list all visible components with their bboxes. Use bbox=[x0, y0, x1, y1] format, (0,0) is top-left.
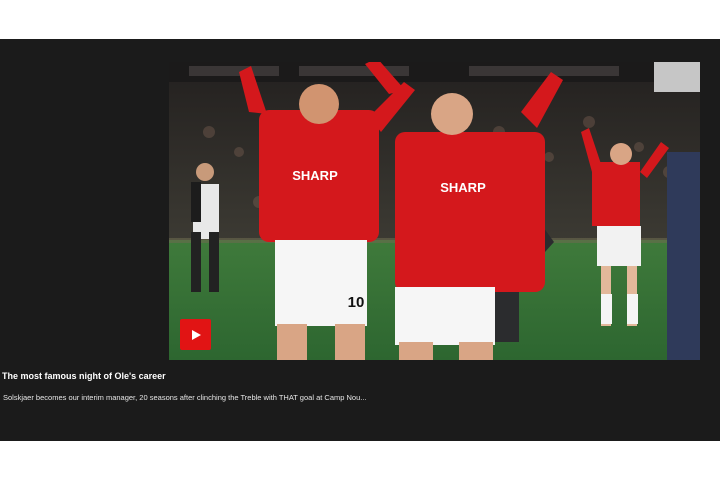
article-title[interactable]: The most famous night of Ole's career bbox=[2, 370, 502, 382]
video-thumbnail[interactable]: SHARP 10 SHARP bbox=[169, 62, 700, 360]
play-icon bbox=[191, 329, 201, 340]
page-bottom-area bbox=[0, 441, 720, 480]
thumbnail-image: SHARP 10 SHARP bbox=[169, 62, 700, 360]
page-top-area bbox=[0, 0, 720, 39]
shirt-sponsor-center: SHARP bbox=[440, 180, 486, 195]
article-description: Solskjaer becomes our interim manager, 2… bbox=[3, 393, 367, 402]
play-button[interactable] bbox=[180, 319, 211, 350]
shirt-sponsor-left: SHARP bbox=[292, 168, 338, 183]
shirt-number: 10 bbox=[348, 294, 365, 311]
